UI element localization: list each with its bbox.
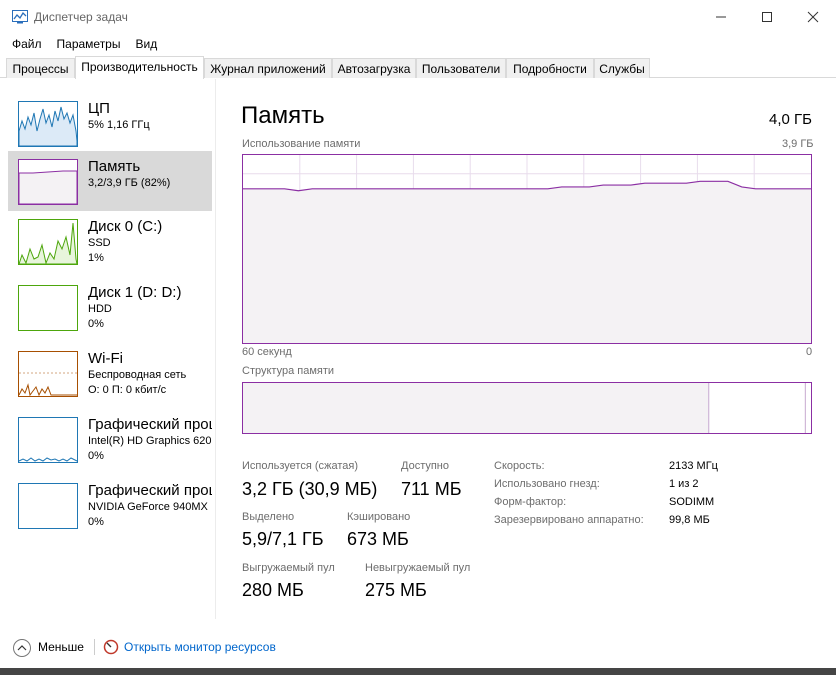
form-factor-label: Форм-фактор: <box>494 496 567 508</box>
graph-time-end: 0 <box>806 346 813 358</box>
memory-total: 4,0 ГБ <box>769 111 812 128</box>
fewer-details-button[interactable] <box>12 638 32 658</box>
committed-value: 5,9/7,1 ГБ <box>242 529 324 549</box>
cpu-thumbnail-graph <box>18 101 78 147</box>
window-title: Диспетчер задач <box>34 10 128 24</box>
speed-label: Скорость: <box>494 460 545 472</box>
sidebar-gpu0-name: Графический процессор 0 <box>88 416 212 433</box>
sidebar-disk1-name: Диск 1 (D: D:) <box>88 284 182 301</box>
nonpaged-pool-label: Невыгружаемый пул <box>365 562 471 574</box>
maximize-button[interactable] <box>744 0 790 34</box>
open-resource-monitor-link[interactable]: Открыть монитор ресурсов <box>124 640 276 654</box>
menu-bar: Файл Параметры Вид <box>0 34 836 54</box>
available-label: Доступно <box>401 460 450 472</box>
sidebar-disk1-type: HDD <box>88 303 112 315</box>
sidebar-disk0-name: Диск 0 (C:) <box>88 218 163 235</box>
memory-usage-graph <box>242 154 812 344</box>
sidebar-item-disk1[interactable]: Диск 1 (D: D:) HDD 0% <box>8 277 212 337</box>
disk0-thumbnail-graph <box>18 219 78 265</box>
tab-performance[interactable]: Производительность <box>75 56 204 79</box>
menu-options[interactable]: Параметры <box>49 34 128 54</box>
task-manager-window: Диспетчер задач Файл Параметры Вид Проце… <box>0 0 836 668</box>
desktop-background <box>0 668 836 675</box>
resource-monitor-icon <box>103 639 119 655</box>
resource-sidebar: ЦП 5% 1,16 ГГц Память 3,2/3,9 ГБ (82%) Д… <box>0 79 216 619</box>
task-manager-app-icon <box>12 10 28 24</box>
tab-details[interactable]: Подробности <box>506 58 594 78</box>
hardware-reserved-value: 99,8 МБ <box>669 514 710 526</box>
minimize-icon <box>716 16 726 18</box>
sidebar-memory-usage: 3,2/3,9 ГБ (82%) <box>88 177 171 189</box>
slots-label: Использовано гнезд: <box>494 478 600 490</box>
tab-processes[interactable]: Процессы <box>6 58 75 78</box>
tab-bar: Процессы Производительность Журнал прило… <box>0 56 836 79</box>
sidebar-wifi-type: Беспроводная сеть <box>88 369 187 381</box>
memory-usage-fill <box>243 181 811 343</box>
sidebar-cpu-name: ЦП <box>88 100 110 117</box>
disk1-thumbnail-graph <box>18 285 78 331</box>
sidebar-disk0-type: SSD <box>88 237 111 249</box>
gpu1-thumbnail-graph <box>18 483 78 529</box>
sidebar-wifi-name: Wi-Fi <box>88 350 123 367</box>
tab-services[interactable]: Службы <box>594 58 650 78</box>
maximize-icon <box>762 12 772 22</box>
committed-label: Выделено <box>242 511 295 523</box>
memory-structure-in-use <box>243 383 709 433</box>
page-title: Память <box>241 102 325 129</box>
sidebar-disk1-usage: 0% <box>88 318 104 330</box>
gpu0-thumbnail-graph <box>18 417 78 463</box>
sidebar-gpu0-usage: 0% <box>88 450 104 462</box>
sidebar-item-gpu1[interactable]: Графический процессор 1 NVIDIA GeForce 9… <box>8 475 212 535</box>
sidebar-gpu1-name: Графический процессор 1 <box>88 482 212 499</box>
sidebar-memory-name: Память <box>88 158 141 175</box>
cached-value: 673 МБ <box>347 529 409 549</box>
minimize-button[interactable] <box>698 0 744 34</box>
sidebar-item-memory[interactable]: Память 3,2/3,9 ГБ (82%) <box>8 151 212 211</box>
close-button[interactable] <box>790 0 836 34</box>
form-factor-value: SODIMM <box>669 496 715 508</box>
hardware-reserved-label: Зарезервировано аппаратно: <box>494 514 644 526</box>
sidebar-cpu-usage: 5% 1,16 ГГц <box>88 119 150 131</box>
memory-thumbnail-graph <box>18 159 78 205</box>
menu-file[interactable]: Файл <box>4 34 49 54</box>
in-use-label: Используется (сжатая) <box>242 460 359 472</box>
sidebar-wifi-throughput: О: 0 П: 0 кбит/с <box>88 384 167 396</box>
sidebar-item-gpu0[interactable]: Графический процессор 0 Intel(R) HD Grap… <box>8 409 212 469</box>
chevron-up-icon <box>13 639 31 657</box>
memory-structure-label: Структура памяти <box>242 365 335 377</box>
title-bar[interactable]: Диспетчер задач <box>0 0 836 34</box>
sidebar-item-cpu[interactable]: ЦП 5% 1,16 ГГц <box>8 93 212 153</box>
tab-startup[interactable]: Автозагрузка <box>332 58 416 78</box>
memory-usage-max: 3,9 ГБ <box>782 138 814 150</box>
footer-separator <box>94 639 95 655</box>
memory-structure-bar <box>242 382 812 434</box>
tab-users[interactable]: Пользователи <box>416 58 506 78</box>
graph-time-start: 60 секунд <box>242 346 292 358</box>
tab-app-history[interactable]: Журнал приложений <box>204 58 332 78</box>
cached-label: Кэшировано <box>347 511 411 523</box>
nonpaged-pool-value: 275 МБ <box>365 580 427 600</box>
slots-value: 1 из 2 <box>669 478 699 490</box>
menu-view[interactable]: Вид <box>127 34 164 54</box>
close-icon <box>807 11 819 23</box>
footer: Меньше Открыть монитор ресурсов <box>0 630 836 666</box>
sidebar-disk0-usage: 1% <box>88 252 104 264</box>
paged-pool-value: 280 МБ <box>242 580 304 600</box>
memory-usage-label: Использование памяти <box>242 138 361 150</box>
in-use-value: 3,2 ГБ (30,9 МБ) <box>242 479 378 499</box>
sidebar-gpu1-model: NVIDIA GeForce 940MX <box>88 501 208 513</box>
fewer-details-label[interactable]: Меньше <box>38 640 84 654</box>
wifi-thumbnail-graph <box>18 351 78 397</box>
paged-pool-label: Выгружаемый пул <box>242 562 335 574</box>
sidebar-item-disk0[interactable]: Диск 0 (C:) SSD 1% <box>8 211 212 271</box>
sidebar-gpu0-model: Intel(R) HD Graphics 620 <box>88 435 212 447</box>
available-value: 711 МБ <box>401 479 462 499</box>
sidebar-gpu1-usage: 0% <box>88 516 104 528</box>
sidebar-item-wifi[interactable]: Wi-Fi Беспроводная сеть О: 0 П: 0 кбит/с <box>8 343 212 403</box>
speed-value: 2133 МГц <box>669 460 718 472</box>
